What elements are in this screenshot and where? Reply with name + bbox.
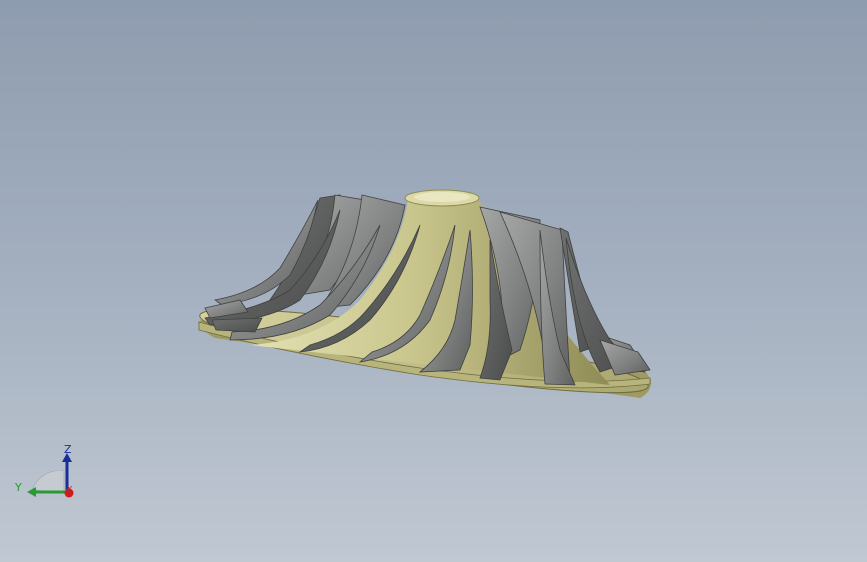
z-axis-label: Z	[64, 443, 72, 456]
x-axis-label: X	[67, 485, 73, 494]
triad-plane	[31, 469, 65, 493]
y-axis-arrow-icon	[27, 487, 36, 497]
graphics-viewport[interactable]: Z Y X	[0, 0, 867, 562]
impeller-model[interactable]	[0, 0, 867, 562]
y-axis-label: Y	[14, 481, 22, 494]
orientation-triad[interactable]: Z Y X	[12, 440, 82, 506]
